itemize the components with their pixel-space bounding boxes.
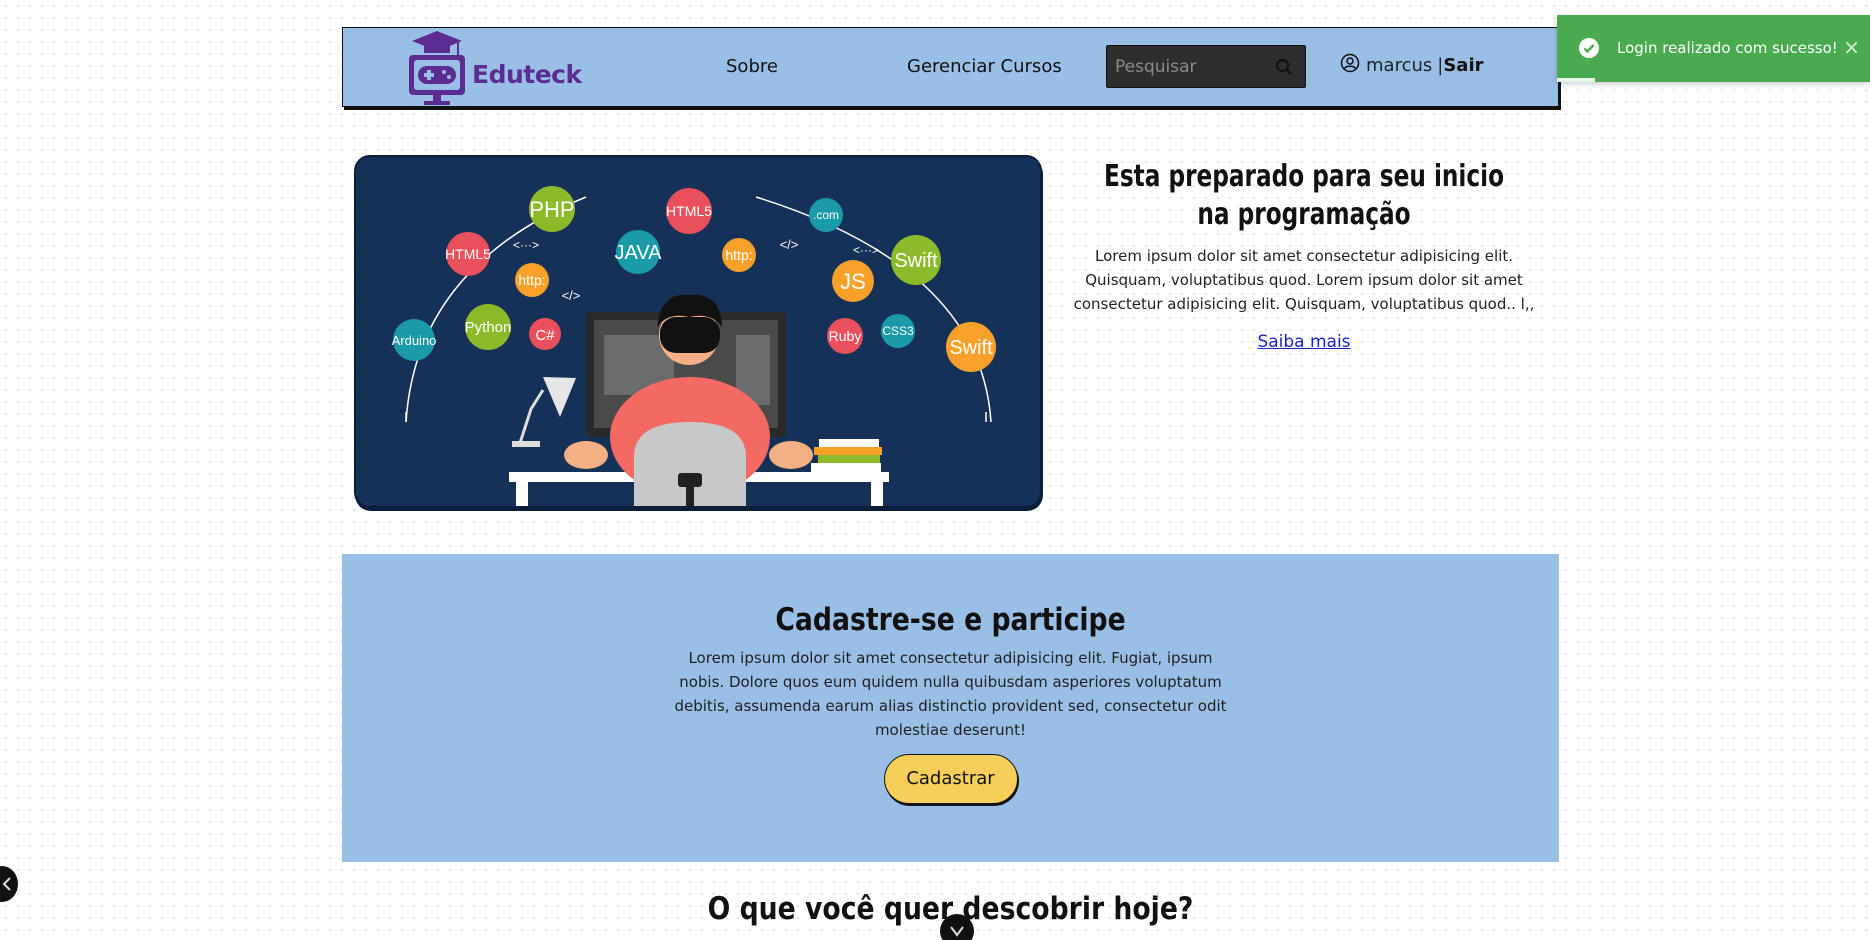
badge-php: PHP — [529, 197, 574, 222]
hero-title: Esta preparado para seu inicio na progra… — [1103, 159, 1505, 232]
check-circle-icon — [1579, 38, 1599, 62]
badge-http-right: http: — [725, 247, 752, 263]
badge-swift-bottom: Swift — [949, 337, 993, 359]
search-icon[interactable] — [1275, 58, 1293, 80]
badge-arduino: Arduino — [392, 333, 437, 348]
badge-html5-center: HTML5 — [666, 203, 712, 219]
side-toggle-button[interactable] — [0, 866, 18, 902]
tag-glyph: </> — [780, 237, 799, 252]
nav-link-sobre[interactable]: Sobre — [726, 56, 778, 77]
toast-progress-bar — [1557, 78, 1595, 82]
hero-illustration: PHP HTML5 HTML5 JAVA http: http: .com Sw… — [354, 155, 1042, 508]
badge-http-left: http: — [518, 272, 545, 288]
navbar: Eduteck Sobre Gerenciar Cursos marcus | … — [342, 27, 1559, 107]
brand-logo[interactable]: Eduteck — [406, 29, 582, 107]
scroll-down-button[interactable] — [940, 914, 974, 940]
badge-java: JAVA — [614, 242, 662, 264]
user-name: marcus — [1366, 55, 1433, 76]
signup-button[interactable]: Cadastrar — [883, 754, 1018, 804]
hero-section: Esta preparado para seu inicio na progra… — [1060, 158, 1548, 352]
badge-python: Python — [465, 319, 512, 336]
badge-csharp: C# — [535, 327, 555, 344]
search-box — [1106, 45, 1306, 88]
signup-section: Cadastre-se e participe Lorem ipsum dolo… — [342, 554, 1559, 862]
hero-description: Lorem ipsum dolor sit amet consectetur a… — [1073, 247, 1535, 313]
chevron-down-icon — [950, 926, 964, 937]
badge-ruby: Ruby — [829, 328, 862, 344]
tag-glyph: </> — [562, 288, 581, 303]
learn-more-link[interactable]: Saiba mais — [1257, 332, 1350, 352]
chevron-left-icon — [2, 877, 11, 891]
badge-js: JS — [840, 269, 866, 294]
brand-name: Eduteck — [472, 60, 582, 89]
badge-swift-top: Swift — [894, 250, 938, 272]
badge-css3: CSS3 — [882, 324, 914, 338]
nav-link-gerenciar-cursos[interactable]: Gerenciar Cursos — [907, 56, 1062, 77]
badge-html5-left: HTML5 — [445, 246, 491, 262]
user-circle-icon — [1340, 53, 1360, 72]
signup-description: Lorem ipsum dolor sit amet consectetur a… — [674, 649, 1227, 739]
logout-link[interactable]: Sair — [1443, 55, 1483, 76]
search-input[interactable] — [1115, 55, 1265, 79]
toast-message: Login realizado com sucesso! — [1617, 39, 1838, 57]
graduation-cap-gamepad-icon — [409, 31, 465, 105]
close-icon[interactable]: × — [1843, 35, 1860, 59]
signup-title: Cadastre-se e participe — [775, 602, 1126, 638]
tag-glyph: <···> — [853, 243, 879, 257]
success-toast: Login realizado com sucesso! × — [1557, 15, 1870, 82]
badge-dotcom: .com — [813, 208, 839, 222]
tag-glyph: <···> — [513, 238, 539, 252]
user-menu: marcus | Sair — [1340, 53, 1484, 76]
